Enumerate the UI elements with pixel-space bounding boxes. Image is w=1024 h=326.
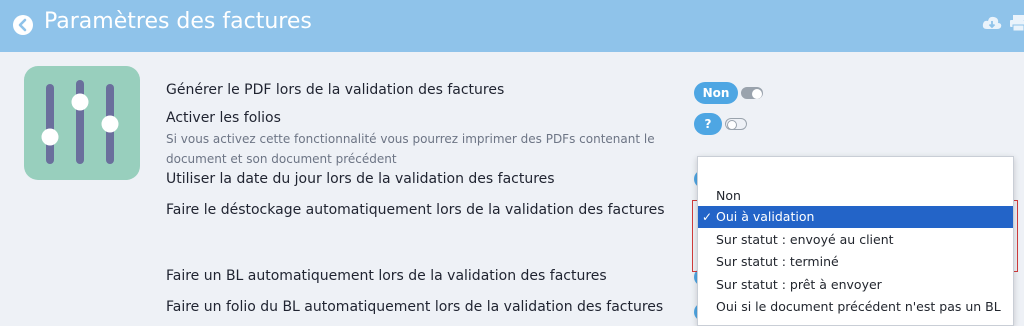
setting-label-folios: Activer les folios — [166, 110, 281, 126]
destockage-dropdown[interactable]: Non ✓ Oui à validation Sur statut : envo… — [697, 156, 1014, 326]
cloud-download-icon[interactable] — [982, 14, 1002, 32]
setting-label-destockage: Faire le déstockage automatiquement lors… — [166, 202, 665, 218]
dropdown-option-document-precedent[interactable]: Oui si le document précédent n'est pas u… — [698, 296, 1013, 318]
dropdown-option-non[interactable]: Non — [698, 185, 1013, 207]
dropdown-option-termine[interactable]: Sur statut : terminé — [698, 251, 1013, 273]
pdf-toggle[interactable] — [741, 87, 763, 99]
pdf-status-button[interactable]: Non — [694, 82, 738, 104]
setting-description-folios-line2: document et son document précédent — [166, 152, 397, 166]
settings-sliders-icon — [24, 66, 140, 180]
setting-label-folio-bl: Faire un folio du BL automatiquement lor… — [166, 299, 664, 315]
dropdown-option-oui-a-validation[interactable]: ✓ Oui à validation — [698, 206, 1013, 228]
dropdown-option-envoye-client[interactable]: Sur statut : envoyé au client — [698, 229, 1013, 251]
setting-label-generer-pdf: Générer le PDF lors de la validation des… — [166, 82, 505, 98]
setting-label-date-du-jour: Utiliser la date du jour lors de la vali… — [166, 171, 555, 187]
check-icon: ✓ — [702, 210, 713, 224]
printer-icon[interactable] — [1010, 14, 1024, 32]
toggle-knob — [726, 119, 737, 130]
setting-description-folios: Si vous activez cette fonctionnalité vou… — [166, 132, 655, 146]
setting-label-bl-auto: Faire un BL automatiquement lors de la v… — [166, 268, 607, 284]
dropdown-option-pret-a-envoyer[interactable]: Sur statut : prêt à envoyer — [698, 274, 1013, 296]
toggle-knob — [751, 88, 762, 99]
folios-toggle[interactable] — [725, 118, 747, 130]
page-title: Paramètres des factures — [44, 9, 312, 34]
header-bar: Paramètres des factures — [0, 0, 1024, 52]
folios-help-button[interactable]: ? — [694, 113, 722, 135]
back-arrow-icon[interactable] — [12, 14, 34, 36]
